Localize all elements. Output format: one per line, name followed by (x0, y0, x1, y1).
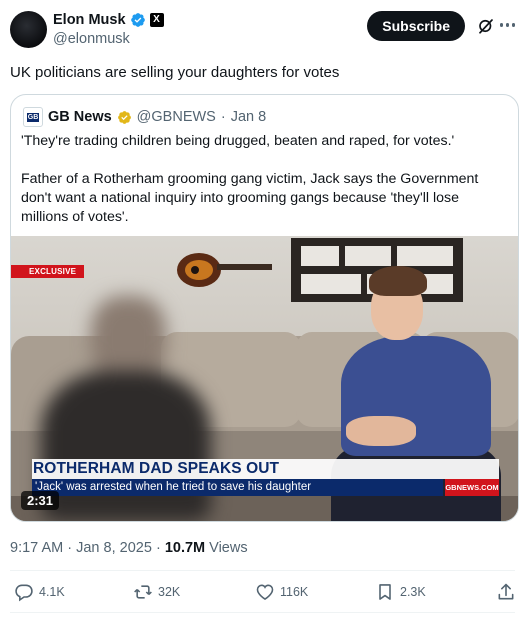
views-label: Views (209, 540, 248, 556)
more-icon[interactable] (499, 23, 515, 27)
like-icon (256, 584, 274, 601)
divider (10, 612, 515, 613)
author-name-row: Elon Musk X (53, 12, 164, 28)
like-button[interactable]: 116K (255, 582, 308, 602)
bookmark-button[interactable]: 2.3K (375, 582, 426, 602)
subscribe-button[interactable]: Subscribe (367, 11, 465, 41)
gold-verified-badge-icon (117, 110, 131, 124)
video-duration: 2:31 (21, 491, 60, 510)
repost-count: 32K (158, 585, 181, 599)
repost-icon (134, 585, 152, 599)
quote-header: GB GB News @GBNEWS · Jan 8 (23, 107, 266, 127)
quoted-tweet[interactable]: GB GB News @GBNEWS · Jan 8 'They're trad… (10, 94, 519, 522)
quote-paragraph-2: Father of a Rotherham grooming gang vict… (21, 171, 479, 225)
grok-icon[interactable] (477, 17, 495, 35)
share-button[interactable] (496, 582, 516, 602)
quote-body: 'They're trading children being drugged,… (21, 132, 509, 227)
quote-separator: · (220, 109, 226, 125)
reply-count: 4.1K (39, 585, 65, 599)
meta-separator: · (67, 540, 73, 556)
action-bar: 4.1K 32K 116K 2.3K (10, 582, 515, 604)
tweet-date[interactable]: Jan 8, 2025 (76, 540, 152, 556)
share-icon (498, 583, 514, 600)
quote-paragraph-1: 'They're trading children being drugged,… (21, 133, 455, 149)
gbnews-avatar[interactable]: GB (23, 107, 43, 127)
bookmark-icon (379, 584, 391, 600)
x-badge-icon: X (149, 13, 164, 27)
repost-button[interactable]: 32K (133, 582, 180, 602)
bookmark-count: 2.3K (400, 585, 426, 599)
quote-author-name[interactable]: GB News (48, 109, 112, 125)
author-name[interactable]: Elon Musk (53, 12, 126, 28)
quote-date[interactable]: Jan 8 (231, 109, 266, 125)
exclusive-label: EXCLUSIVE (11, 265, 85, 278)
tweet-meta: 9:17 AM · Jan 8, 2025 · 10.7M Views (10, 540, 248, 556)
chyron-headline: ROTHERHAM DAD SPEAKS OUT (33, 460, 280, 477)
author-handle[interactable]: @elonmusk (53, 31, 130, 47)
divider (10, 570, 515, 571)
chyron-subheadline: 'Jack' was arrested when he tried to sav… (32, 479, 443, 496)
like-count: 116K (280, 585, 309, 599)
video-player[interactable]: EXCLUSIVE ROTHERHAM DAD SPEAKS OUT 'Jack… (11, 236, 518, 521)
reply-button[interactable]: 4.1K (14, 582, 65, 602)
channel-tag: GBNEWS.COM (445, 479, 499, 496)
meta-separator: · (155, 540, 161, 556)
views-count[interactable]: 10.7M (165, 540, 205, 556)
reply-icon (15, 584, 33, 602)
verified-badge-icon (130, 13, 145, 27)
avatar[interactable] (10, 11, 47, 48)
quote-author-handle[interactable]: @GBNEWS (137, 109, 216, 125)
tweet-time[interactable]: 9:17 AM (10, 540, 63, 556)
tweet-header: Elon Musk X @elonmusk Subscribe (10, 10, 515, 50)
tweet-text: UK politicians are selling your daughter… (10, 64, 340, 81)
